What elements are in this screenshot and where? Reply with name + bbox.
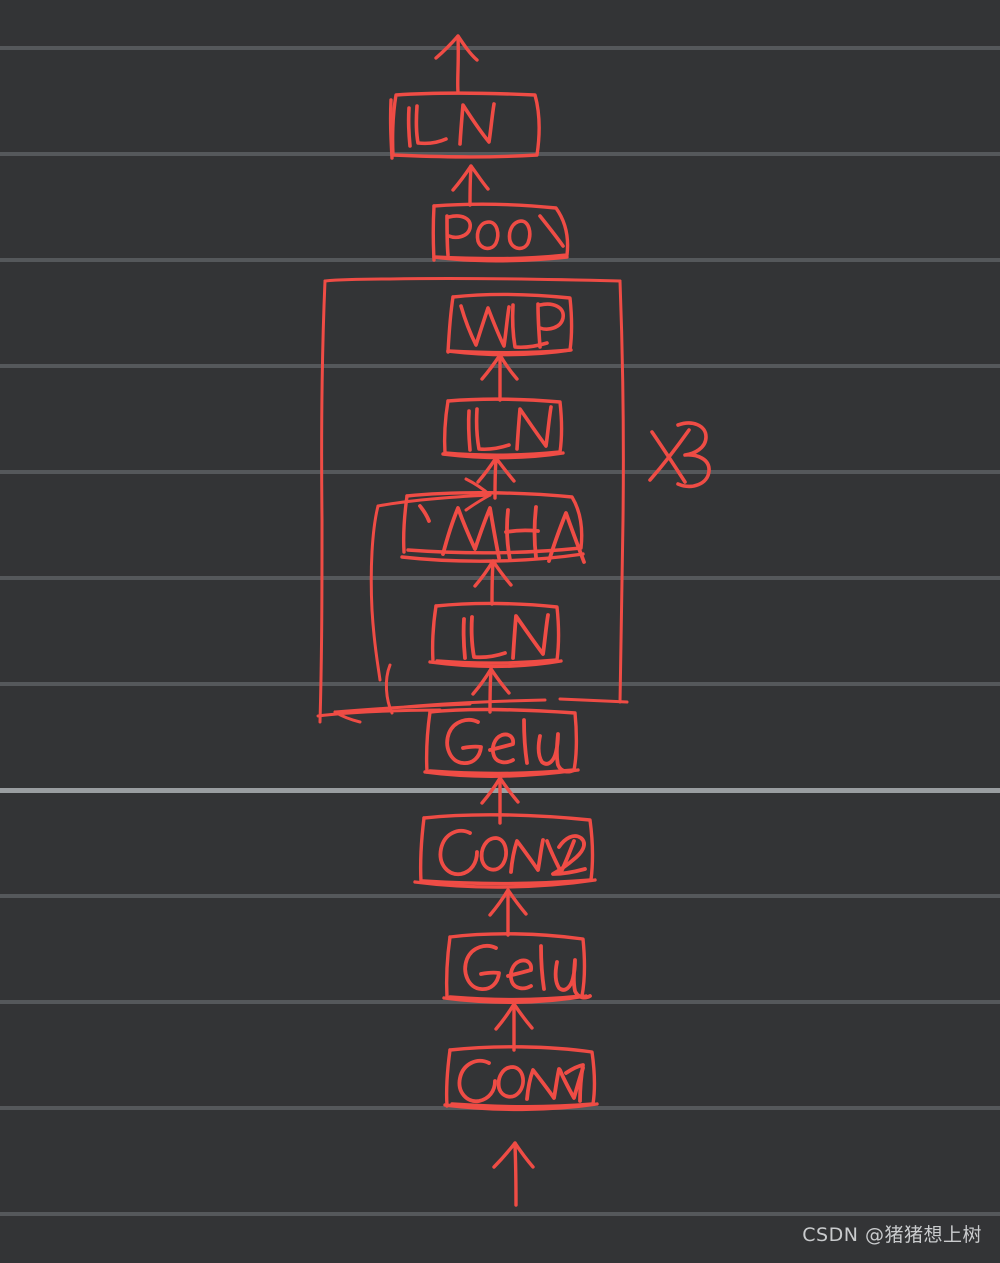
annotation-repeat-x3: X3 [648, 421, 711, 489]
node-ln-2-label [466, 405, 553, 452]
node-conv2-label [438, 828, 587, 877]
edge-output-arrow [434, 34, 479, 94]
node-pool-label [445, 214, 565, 257]
node-gelu-2-label [445, 718, 576, 774]
node-ln-top-label [406, 102, 496, 148]
csdn-watermark: CSDN @猪猪想上树 [802, 1224, 982, 1246]
edge-conv1-to-gelu1 [494, 1002, 534, 1052]
diagram-canvas: LN POOL [0, 0, 1000, 1263]
node-ln-2[interactable]: LN [441, 397, 565, 460]
edge-gelu1-to-conv2 [488, 888, 528, 937]
edge-ln1-to-mha [473, 559, 513, 606]
edge-ln2-to-mlp [480, 353, 519, 402]
node-ln-1-label [461, 613, 550, 660]
node-mlp-label [459, 302, 565, 350]
residual-skip-gelu-branch [403, 698, 547, 709]
edge-pool-to-ln-top [451, 164, 490, 207]
node-pool[interactable]: POOL [431, 202, 570, 263]
node-gelu-1-label [463, 944, 592, 1000]
hand-drawn-sketch: LN POOL MLP LN MHA LN Gelu Conv2 Gelu Co… [316, 34, 711, 1207]
node-conv1-label [457, 1058, 585, 1104]
edge-gelu2-to-ln1 [471, 667, 511, 714]
node-ln-top[interactable]: LN [388, 91, 541, 160]
edge-input-arrow [492, 1141, 535, 1207]
